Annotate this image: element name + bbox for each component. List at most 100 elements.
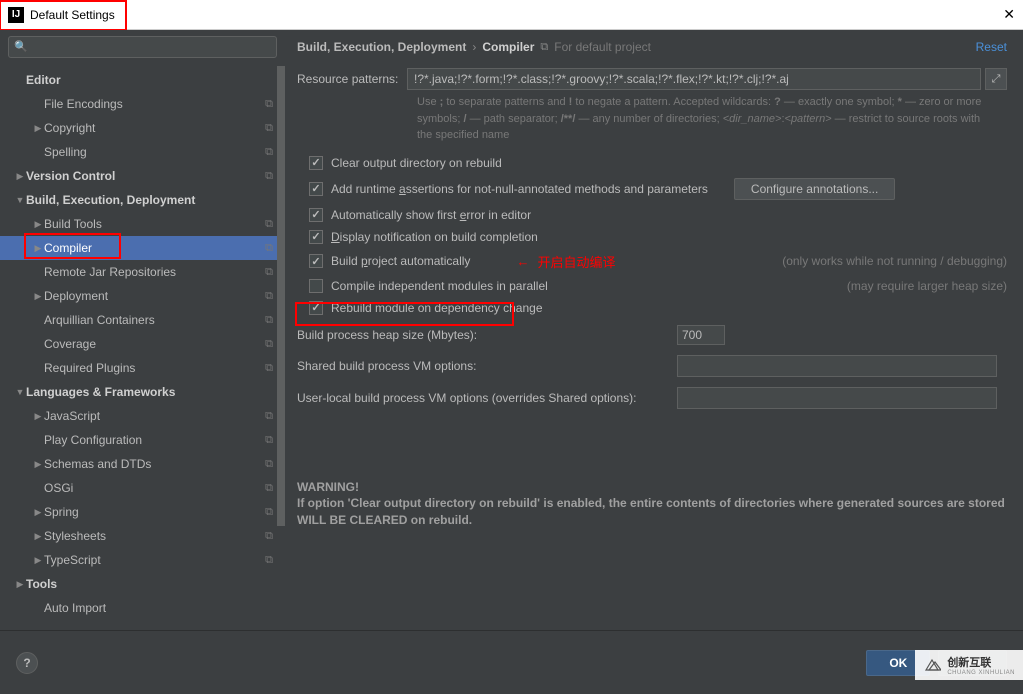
tree-item-remote-jar-repositories[interactable]: Remote Jar Repositories⧉ — [0, 260, 285, 284]
tree-item-schemas-and-dtds[interactable]: Schemas and DTDs⧉ — [0, 452, 285, 476]
copy-icon[interactable]: ⧉ — [265, 362, 273, 375]
tree-item-play-configuration[interactable]: Play Configuration⧉ — [0, 428, 285, 452]
rebuild-checkbox[interactable] — [309, 301, 323, 315]
chevron-icon[interactable] — [14, 195, 26, 205]
chevron-icon[interactable] — [32, 411, 44, 422]
chevron-icon[interactable] — [32, 219, 44, 230]
watermark: 创新互联 CHUANG XINHULIAN — [915, 650, 1023, 680]
copy-icon[interactable]: ⧉ — [265, 314, 273, 327]
chevron-icon[interactable] — [32, 459, 44, 470]
tree-item-version-control[interactable]: Version Control⧉ — [0, 164, 285, 188]
tree-item-arquillian-containers[interactable]: Arquillian Containers⧉ — [0, 308, 285, 332]
tree-item-label: Coverage — [44, 337, 265, 351]
footer: ? OK Cance — [0, 630, 1023, 694]
tree-item-deployment[interactable]: Deployment⧉ — [0, 284, 285, 308]
help-button[interactable]: ? — [16, 652, 38, 674]
chevron-icon[interactable] — [32, 555, 44, 566]
reset-link[interactable]: Reset — [976, 40, 1007, 54]
resource-patterns-input[interactable] — [407, 68, 981, 90]
runtime-assertions-checkbox[interactable] — [309, 182, 323, 196]
rebuild-label: Rebuild module on dependency change — [331, 301, 543, 315]
tree-item-required-plugins[interactable]: Required Plugins⧉ — [0, 356, 285, 380]
copy-icon[interactable]: ⧉ — [265, 290, 273, 303]
runtime-assertions-label: Add runtime assertions for not-null-anno… — [331, 182, 708, 196]
tree-item-label: Build Tools — [44, 217, 265, 231]
notification-checkbox[interactable] — [309, 230, 323, 244]
copy-icon[interactable]: ⧉ — [265, 146, 273, 159]
chevron-icon[interactable] — [14, 579, 26, 590]
scrollbar-thumb[interactable] — [277, 66, 285, 526]
breadcrumb-part1: Build, Execution, Deployment — [297, 40, 466, 54]
copy-icon[interactable]: ⧉ — [265, 98, 273, 111]
copy-icon[interactable]: ⧉ — [265, 506, 273, 519]
close-icon[interactable]: ✕ — [1003, 6, 1015, 23]
chevron-icon[interactable] — [14, 387, 26, 397]
tree-item-copyright[interactable]: Copyright⧉ — [0, 116, 285, 140]
tree-item-build-tools[interactable]: Build Tools⧉ — [0, 212, 285, 236]
expand-icon[interactable]: ⤢ — [985, 68, 1007, 90]
clear-output-row: Clear output directory on rebuild — [309, 156, 1007, 170]
clear-output-checkbox[interactable] — [309, 156, 323, 170]
build-auto-checkbox[interactable] — [309, 254, 323, 268]
tree-item-osgi[interactable]: OSGi⧉ — [0, 476, 285, 500]
copy-icon[interactable]: ⧉ — [265, 266, 273, 279]
tree-item-label: Play Configuration — [44, 433, 265, 447]
tree-scrollbar[interactable] — [277, 66, 285, 546]
first-error-row: Automatically show first error in editor — [309, 208, 1007, 222]
tree-item-spelling[interactable]: Spelling⧉ — [0, 140, 285, 164]
parallel-label: Compile independent modules in parallel — [331, 279, 548, 293]
settings-tree[interactable]: EditorFile Encodings⧉Copyright⧉Spelling⧉… — [0, 64, 285, 630]
tree-item-label: Editor — [26, 73, 277, 87]
tree-item-typescript[interactable]: TypeScript⧉ — [0, 548, 285, 572]
user-vm-input[interactable] — [677, 387, 997, 409]
parallel-checkbox[interactable] — [309, 279, 323, 293]
copy-icon[interactable]: ⧉ — [265, 434, 273, 447]
tree-item-label: Languages & Frameworks — [26, 385, 277, 399]
tree-item-label: Auto Import — [44, 601, 277, 615]
chevron-icon[interactable] — [14, 171, 26, 182]
tree-item-label: Version Control — [26, 169, 265, 183]
tree-item-label: Tools — [26, 577, 277, 591]
chevron-icon[interactable] — [32, 243, 44, 254]
shared-vm-label: Shared build process VM options: — [297, 359, 677, 373]
search-input[interactable] — [8, 36, 277, 58]
chevron-icon[interactable] — [32, 123, 44, 134]
tree-item-compiler[interactable]: Compiler⧉ — [0, 236, 285, 260]
copy-icon[interactable]: ⧉ — [540, 41, 548, 54]
heap-size-input[interactable] — [677, 325, 725, 345]
copy-icon[interactable]: ⧉ — [265, 554, 273, 567]
tree-item-editor[interactable]: Editor — [0, 68, 285, 92]
tree-item-file-encodings[interactable]: File Encodings⧉ — [0, 92, 285, 116]
tree-item-javascript[interactable]: JavaScript⧉ — [0, 404, 285, 428]
parallel-note: (may require larger heap size) — [847, 279, 1007, 293]
copy-icon[interactable]: ⧉ — [265, 122, 273, 135]
copy-icon[interactable]: ⧉ — [265, 170, 273, 183]
configure-annotations-button[interactable]: Configure annotations... — [734, 178, 895, 200]
tree-item-label: Build, Execution, Deployment — [26, 193, 277, 207]
shared-vm-input[interactable] — [677, 355, 997, 377]
copy-icon[interactable]: ⧉ — [265, 410, 273, 423]
tree-item-stylesheets[interactable]: Stylesheets⧉ — [0, 524, 285, 548]
copy-icon[interactable]: ⧉ — [265, 338, 273, 351]
first-error-checkbox[interactable] — [309, 208, 323, 222]
tree-item-build-execution-deployment[interactable]: Build, Execution, Deployment — [0, 188, 285, 212]
rebuild-row: Rebuild module on dependency change — [309, 301, 1007, 315]
tree-item-tools[interactable]: Tools — [0, 572, 285, 596]
chevron-icon[interactable] — [32, 291, 44, 302]
tree-item-spring[interactable]: Spring⧉ — [0, 500, 285, 524]
watermark-logo-icon — [923, 656, 941, 674]
copy-icon[interactable]: ⧉ — [265, 530, 273, 543]
tree-item-coverage[interactable]: Coverage⧉ — [0, 332, 285, 356]
tree-item-label: Spelling — [44, 145, 265, 159]
copy-icon[interactable]: ⧉ — [265, 242, 273, 255]
tree-item-auto-import[interactable]: Auto Import — [0, 596, 285, 620]
content-panel: Build, Execution, Deployment › Compiler … — [285, 30, 1023, 630]
tree-item-label: Compiler — [44, 241, 265, 255]
chevron-icon[interactable] — [32, 531, 44, 542]
copy-icon[interactable]: ⧉ — [265, 458, 273, 471]
tree-item-languages-frameworks[interactable]: Languages & Frameworks — [0, 380, 285, 404]
chevron-icon[interactable] — [32, 507, 44, 518]
runtime-assertions-row: Add runtime assertions for not-null-anno… — [309, 178, 1007, 200]
copy-icon[interactable]: ⧉ — [265, 218, 273, 231]
copy-icon[interactable]: ⧉ — [265, 482, 273, 495]
